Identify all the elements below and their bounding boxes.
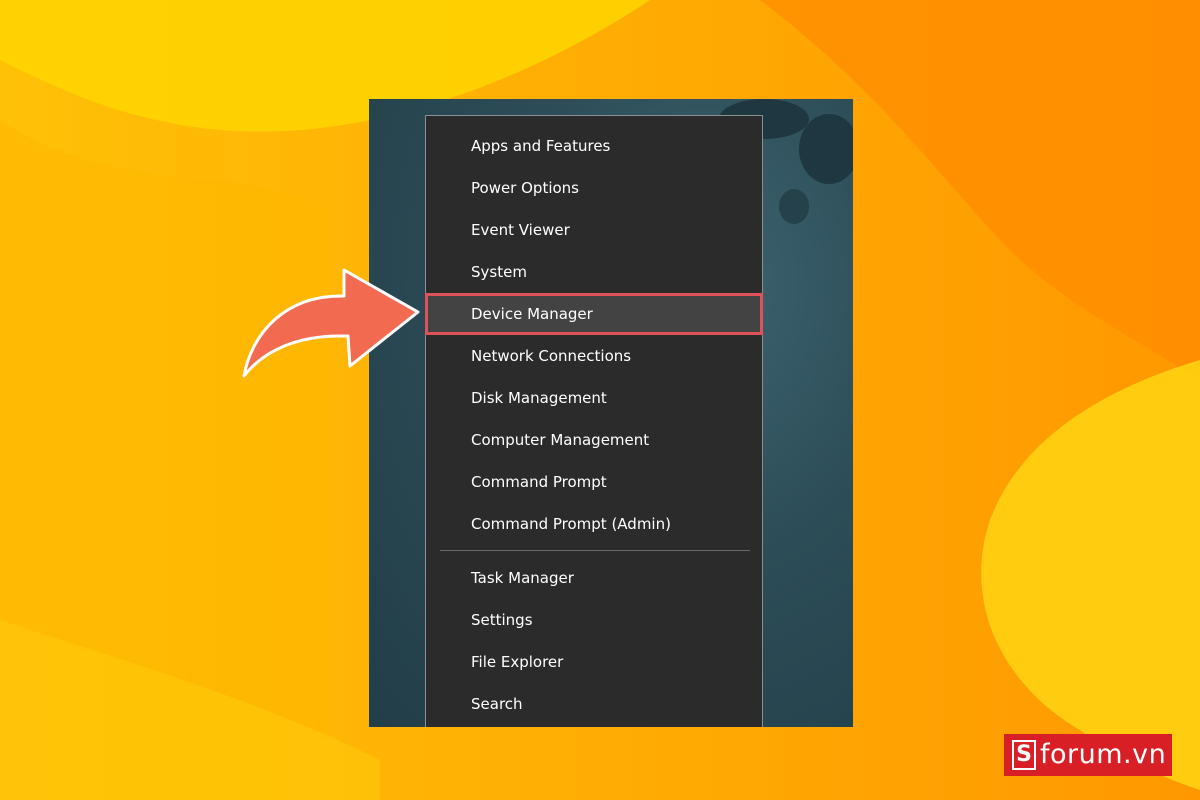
menu-item-command-prompt-admin[interactable]: Command Prompt (Admin) bbox=[426, 504, 762, 544]
menu-item-event-viewer[interactable]: Event Viewer bbox=[426, 210, 762, 250]
quick-link-menu: Apps and Features Power Options Event Vi… bbox=[425, 115, 763, 727]
logo-mark: S bbox=[1012, 740, 1036, 770]
menu-separator bbox=[440, 550, 750, 551]
desktop-screenshot: Apps and Features Power Options Event Vi… bbox=[369, 99, 853, 727]
menu-item-command-prompt[interactable]: Command Prompt bbox=[426, 462, 762, 502]
menu-item-computer-management[interactable]: Computer Management bbox=[426, 420, 762, 460]
menu-item-disk-management[interactable]: Disk Management bbox=[426, 378, 762, 418]
sforum-logo: S forum.vn bbox=[1004, 734, 1172, 776]
curved-arrow-icon bbox=[242, 268, 420, 378]
desktop-wallpaper-detail bbox=[779, 189, 809, 224]
menu-item-apps-and-features[interactable]: Apps and Features bbox=[426, 126, 762, 166]
desktop-wallpaper-detail bbox=[799, 114, 853, 184]
menu-item-search[interactable]: Search bbox=[426, 684, 762, 724]
logo-text: forum.vn bbox=[1040, 739, 1167, 770]
menu-item-settings[interactable]: Settings bbox=[426, 600, 762, 640]
menu-item-power-options[interactable]: Power Options bbox=[426, 168, 762, 208]
menu-item-device-manager[interactable]: Device Manager bbox=[425, 293, 763, 335]
menu-item-file-explorer[interactable]: File Explorer bbox=[426, 642, 762, 682]
menu-item-network-connections[interactable]: Network Connections bbox=[426, 336, 762, 376]
menu-item-system[interactable]: System bbox=[426, 252, 762, 292]
menu-item-task-manager[interactable]: Task Manager bbox=[426, 558, 762, 598]
